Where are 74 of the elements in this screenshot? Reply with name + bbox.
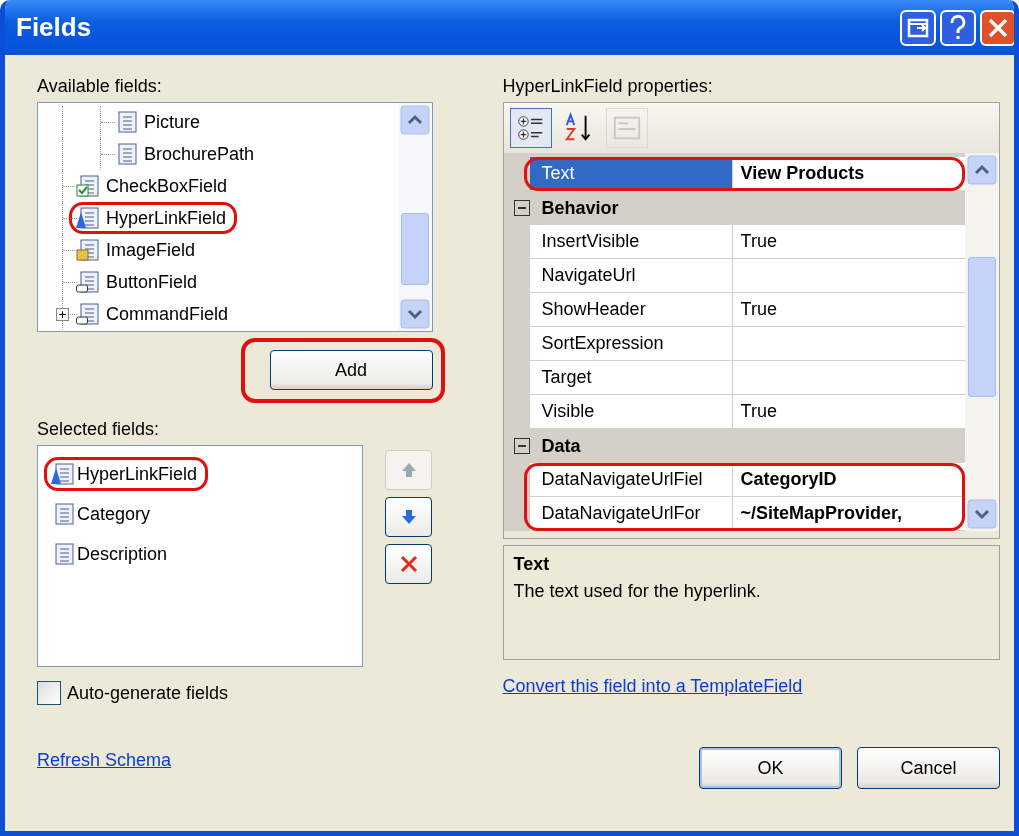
value-cell[interactable] bbox=[732, 361, 965, 395]
scroll-up-icon[interactable] bbox=[967, 155, 997, 185]
property-name[interactable]: NavigateUrl bbox=[529, 259, 733, 293]
description-title: Text bbox=[513, 554, 550, 575]
property-value[interactable]: ~/SiteMapProvider, bbox=[732, 497, 965, 531]
scrollbar[interactable] bbox=[397, 103, 432, 331]
tree-item[interactable]: Picture bbox=[107, 106, 212, 138]
move-down-button[interactable] bbox=[385, 497, 432, 537]
window-icon[interactable] bbox=[900, 9, 936, 46]
value-cell[interactable] bbox=[732, 259, 965, 293]
convert-link[interactable]: Convert this field into a TemplateField bbox=[502, 676, 803, 697]
property-name[interactable]: InsertVisible bbox=[529, 225, 733, 259]
description-text: The text used for the hyperlink. bbox=[513, 581, 761, 602]
value-cell[interactable] bbox=[732, 327, 965, 361]
list-item[interactable]: HyperLinkField bbox=[44, 457, 209, 491]
categorized-button[interactable] bbox=[509, 108, 552, 148]
property-row[interactable]: DataNavigateUrlFor ~/SiteMapProvider, bbox=[503, 497, 965, 531]
expand-icon[interactable] bbox=[56, 308, 69, 321]
selected-fields-label: Selected fields: bbox=[37, 418, 161, 440]
tree-item[interactable]: CheckBoxField bbox=[69, 170, 239, 202]
available-fields-label: Available fields: bbox=[37, 75, 163, 97]
property-name[interactable]: ShowHeader bbox=[529, 293, 733, 327]
window-title: Fields bbox=[16, 12, 92, 43]
property-name[interactable]: Visible bbox=[529, 395, 733, 429]
delete-icon bbox=[398, 554, 419, 574]
property-name[interactable]: SortExpression bbox=[529, 327, 733, 361]
close-icon[interactable] bbox=[980, 9, 1014, 46]
property-row[interactable]: InsertVisible True bbox=[503, 225, 965, 259]
ok-button[interactable]: OK bbox=[699, 747, 842, 789]
checkbox-field-icon bbox=[76, 174, 100, 198]
list-item[interactable]: Category bbox=[44, 497, 162, 531]
property-value[interactable]: CategoryID bbox=[732, 463, 965, 497]
cancel-button[interactable]: Cancel bbox=[857, 747, 1000, 789]
add-button[interactable]: Add bbox=[269, 350, 433, 390]
property-name[interactable]: Target bbox=[529, 361, 733, 395]
property-name[interactable]: DataNavigateUrlFor bbox=[529, 497, 733, 531]
property-value[interactable]: View Products bbox=[732, 157, 965, 191]
help-icon[interactable] bbox=[940, 9, 976, 46]
delete-button[interactable] bbox=[385, 544, 432, 584]
property-value[interactable]: True bbox=[732, 395, 965, 429]
property-value[interactable]: True bbox=[732, 293, 965, 327]
property-value[interactable]: True bbox=[732, 225, 965, 259]
property-row[interactable]: ShowHeader True bbox=[503, 293, 965, 327]
tree-item[interactable]: ImageField bbox=[69, 234, 207, 266]
refresh-schema-link[interactable]: Refresh Schema bbox=[37, 750, 172, 771]
image-field-icon bbox=[76, 238, 100, 262]
tree-item[interactable]: HyperLinkField bbox=[69, 202, 238, 234]
command-field-icon bbox=[76, 302, 100, 326]
property-row[interactable]: Text View Products bbox=[503, 157, 965, 191]
category-header[interactable]: Data bbox=[529, 429, 581, 463]
scroll-up-icon[interactable] bbox=[399, 105, 430, 135]
tree-item[interactable]: ButtonField bbox=[69, 266, 209, 298]
scrollbar[interactable] bbox=[965, 153, 999, 531]
checkbox-label: Auto-generate fields bbox=[67, 682, 229, 704]
button-field-icon bbox=[76, 270, 100, 294]
property-name[interactable]: Text bbox=[529, 157, 733, 191]
tree-item[interactable]: BrochurePath bbox=[107, 138, 266, 170]
category-header[interactable]: Behavior bbox=[529, 191, 619, 225]
property-name[interactable]: DataNavigateUrlFiel bbox=[529, 463, 733, 497]
property-row[interactable]: Visible True bbox=[503, 395, 965, 429]
collapse-icon[interactable] bbox=[513, 200, 530, 216]
collapse-icon[interactable] bbox=[513, 438, 530, 454]
hyperlink-field-icon bbox=[51, 462, 75, 486]
hyperlink-field-icon bbox=[76, 206, 100, 230]
scroll-down-icon[interactable] bbox=[967, 499, 997, 529]
property-row[interactable]: DataNavigateUrlFiel CategoryID bbox=[503, 463, 965, 497]
property-row[interactable]: NavigateUrl bbox=[503, 259, 965, 293]
tree-item[interactable]: CommandField bbox=[69, 298, 240, 330]
property-row[interactable]: SortExpression bbox=[503, 327, 965, 361]
checkbox[interactable] bbox=[37, 681, 61, 705]
property-row[interactable]: Target bbox=[503, 361, 965, 395]
list-item[interactable]: Description bbox=[44, 537, 179, 571]
scroll-down-icon[interactable] bbox=[399, 299, 430, 329]
properties-label: HyperLinkField properties: bbox=[502, 75, 714, 97]
